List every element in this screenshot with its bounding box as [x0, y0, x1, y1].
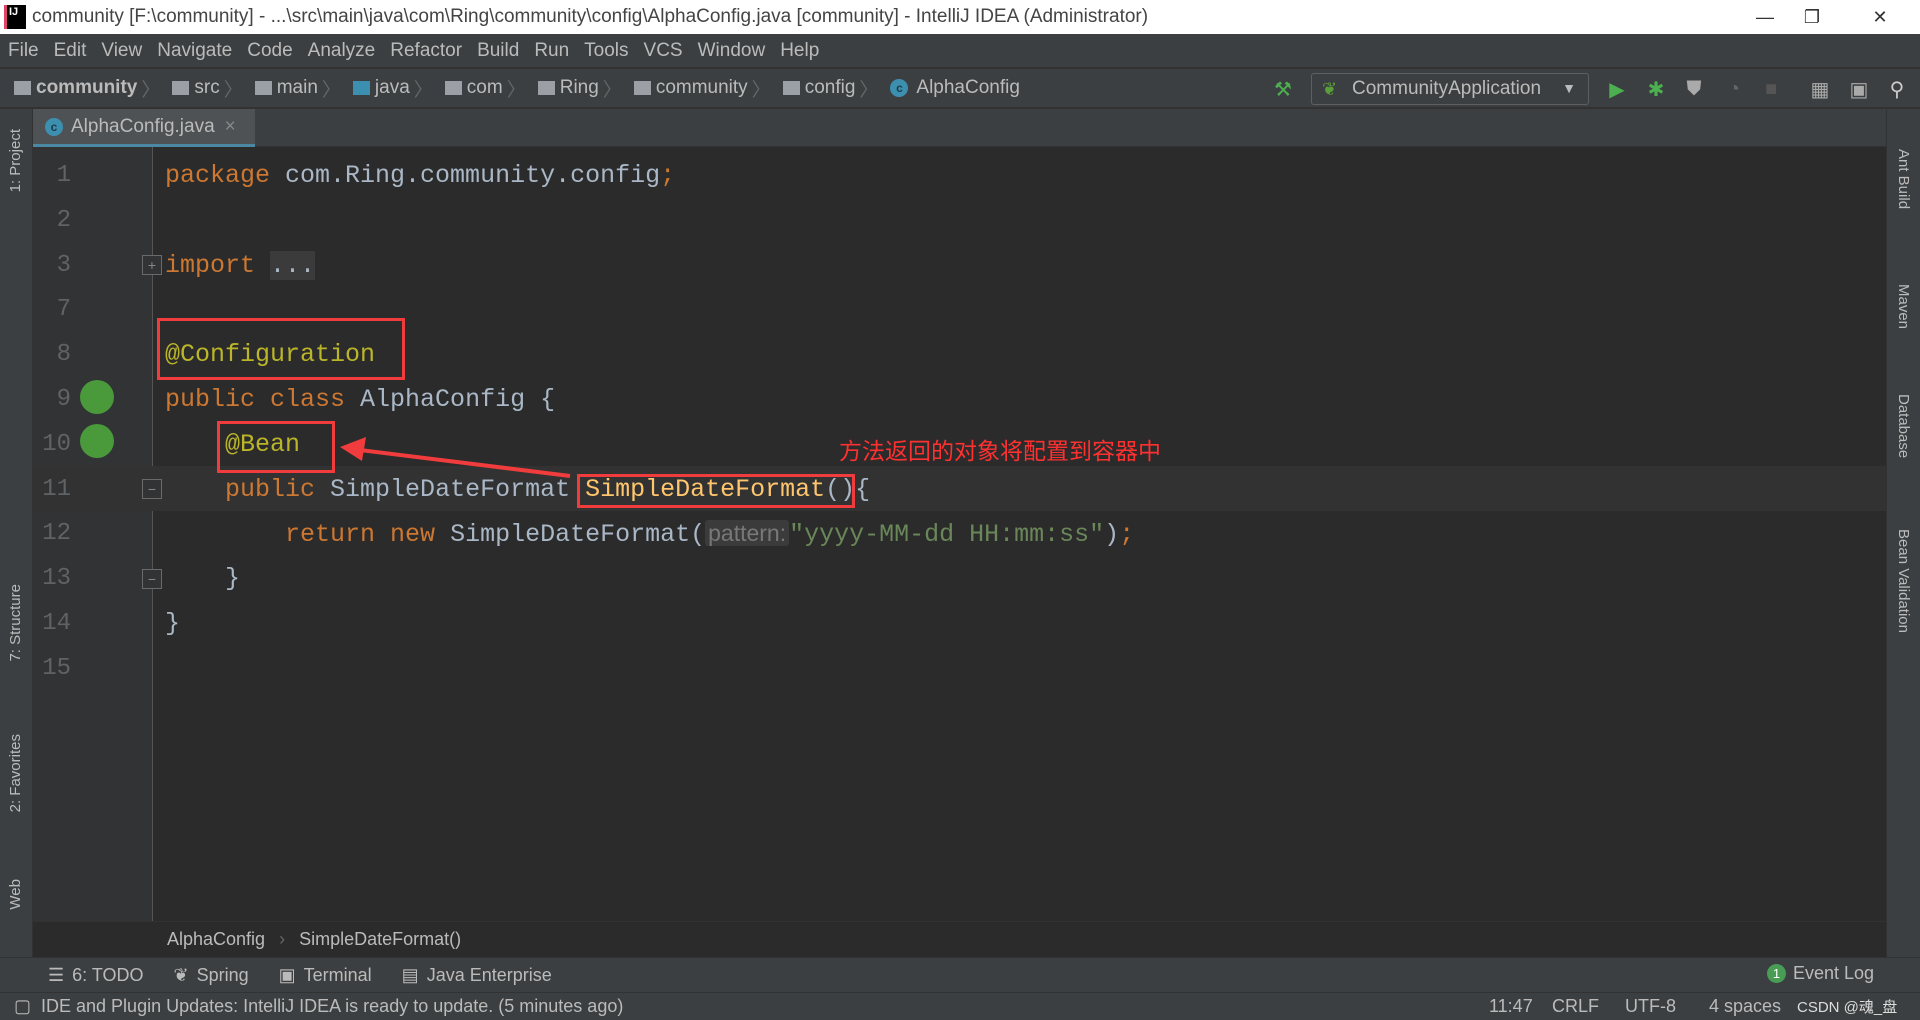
tool-window-label: Java Enterprise: [426, 964, 552, 985]
status-toggle-icon[interactable]: ▢: [14, 996, 31, 1017]
indent-setting[interactable]: 4 spaces: [1709, 996, 1781, 1017]
status-bar: ▢ IDE and Plugin Updates: IntelliJ IDEA …: [0, 992, 1920, 1020]
event-count-badge: 1: [1767, 964, 1786, 983]
tool-window-label: 6: TODO: [72, 964, 144, 985]
spring-icon: ❦: [173, 964, 189, 985]
breadcrumb-method[interactable]: SimpleDateFormat(): [299, 929, 461, 950]
java-enterprise-icon: ▤: [401, 964, 419, 985]
watermark: CSDN @魂_盘: [1797, 999, 1898, 1016]
todo-icon: ☰: [48, 964, 65, 985]
tool-window-terminal[interactable]: ▣ Terminal: [279, 965, 372, 986]
breadcrumb-separator: ›: [279, 929, 286, 949]
editor-breadcrumb: AlphaConfig › SimpleDateFormat(): [33, 921, 1886, 957]
line-separator[interactable]: CRLF: [1552, 996, 1599, 1017]
tool-window-label: Spring: [196, 964, 249, 985]
file-encoding[interactable]: UTF-8: [1625, 996, 1676, 1017]
annotation-text: 方法返回的对象将配置到容器中: [839, 439, 1161, 465]
caret-position[interactable]: 11:47: [1489, 996, 1533, 1017]
terminal-icon: ▣: [278, 964, 296, 985]
tool-window-bar: ☰ 6: TODO ❦ Spring ▣ Terminal ▤ Java Enterprise: [0, 957, 1920, 992]
breadcrumb-class[interactable]: AlphaConfig: [167, 929, 265, 950]
event-log-label: Event Log: [1793, 963, 1875, 983]
tool-window--todo[interactable]: ☰ 6: TODO: [48, 965, 144, 986]
annotation-arrow: [340, 437, 571, 478]
status-message[interactable]: IDE and Plugin Updates: IntelliJ IDEA is…: [41, 996, 623, 1017]
tool-window-java-enterprise[interactable]: ▤ Java Enterprise: [402, 965, 552, 986]
tool-window-spring[interactable]: ❦ Spring: [174, 965, 249, 986]
tool-window-label: Terminal: [303, 964, 372, 985]
event-log-button[interactable]: 1 Event Log: [1767, 963, 1874, 984]
